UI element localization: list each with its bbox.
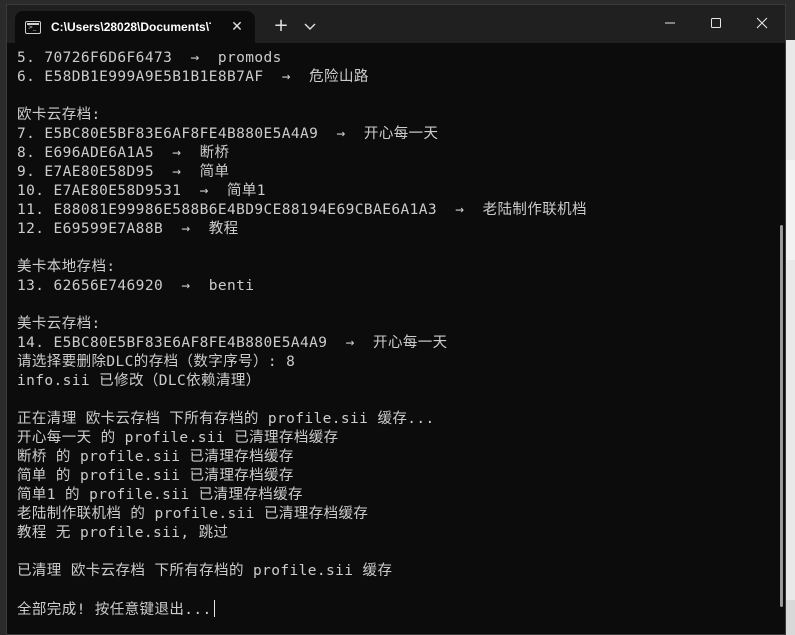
terminal-line: 美卡本地存档: bbox=[17, 258, 773, 277]
terminal-line-text: 教程 无 profile.sii, 跳过 bbox=[17, 525, 229, 541]
terminal-line: 9. E7AE80E58D95 → 简单 bbox=[17, 163, 773, 182]
close-icon[interactable]: ✕ bbox=[227, 17, 247, 37]
chevron-down-icon[interactable] bbox=[299, 14, 321, 38]
terminal-line-text: 已清理 欧卡云存档 下所有存档的 profile.sii 缓存 bbox=[17, 563, 393, 579]
desktop-background bbox=[786, 0, 795, 635]
scrollbar-thumb[interactable] bbox=[780, 225, 783, 607]
terminal-line: 10. E7AE80E58D9531 → 简单1 bbox=[17, 182, 773, 201]
terminal-line: 老陆制作联机档 的 profile.sii 已清理存档缓存 bbox=[17, 505, 773, 524]
terminal-line: 教程 无 profile.sii, 跳过 bbox=[17, 524, 773, 543]
text-cursor bbox=[213, 600, 215, 617]
terminal-line: info.sii 已修改（DLC依赖清理） bbox=[17, 372, 773, 391]
terminal-line-text: 10. E7AE80E58D9531 → 简单1 bbox=[17, 183, 266, 199]
terminal-line-text: 8. E696ADE6A1A5 → 断桥 bbox=[17, 145, 230, 161]
terminal-line-text: 老陆制作联机档 的 profile.sii 已清理存档缓存 bbox=[17, 506, 369, 522]
close-window-icon bbox=[756, 17, 768, 29]
terminal-line-text: 12. E69599E7A88B → 教程 bbox=[17, 221, 239, 237]
terminal-line-text: 简单1 的 profile.sii 已清理存档缓存 bbox=[17, 487, 303, 503]
terminal-line-text: 5. 70726F6D6F6473 → promods bbox=[17, 50, 282, 66]
terminal-line: 断桥 的 profile.sii 已清理存档缓存 bbox=[17, 448, 773, 467]
terminal-line: 8. E696ADE6A1A5 → 断桥 bbox=[17, 144, 773, 163]
terminal-line-text: info.sii 已修改（DLC依赖清理） bbox=[17, 373, 261, 389]
terminal-line: 美卡云存档: bbox=[17, 315, 773, 334]
close-window-button[interactable] bbox=[739, 5, 785, 41]
terminal-icon: >_ bbox=[25, 20, 41, 34]
terminal-line: 11. E88081E99986E588B6E4BD9CE88194E69CBA… bbox=[17, 201, 773, 220]
title-bar[interactable]: >_ C:\Users\28028\Documents\Te ✕ + bbox=[7, 5, 785, 43]
terminal-line: 开心每一天 的 profile.sii 已清理存档缓存 bbox=[17, 429, 773, 448]
terminal-line: 已清理 欧卡云存档 下所有存档的 profile.sii 缓存 bbox=[17, 562, 773, 581]
terminal-line: 全部完成! 按任意键退出... bbox=[17, 600, 773, 619]
terminal-line: 欧卡云存档: bbox=[17, 106, 773, 125]
terminal-line: 5. 70726F6D6F6473 → promods bbox=[17, 49, 773, 68]
terminal-line-text: 美卡云存档: bbox=[17, 316, 101, 332]
terminal-line: 12. E69599E7A88B → 教程 bbox=[17, 220, 773, 239]
terminal-line-text: 断桥 的 profile.sii 已清理存档缓存 bbox=[17, 449, 294, 465]
terminal-line-text: 6. E58DB1E999A9E5B1B1E8B7AF → 危险山路 bbox=[17, 69, 369, 85]
tab-title: C:\Users\28028\Documents\Te bbox=[51, 20, 211, 34]
plus-icon[interactable]: + bbox=[269, 14, 293, 38]
terminal-line: 简单 的 profile.sii 已清理存档缓存 bbox=[17, 467, 773, 486]
terminal-line: 6. E58DB1E999A9E5B1B1E8B7AF → 危险山路 bbox=[17, 68, 773, 87]
terminal-line: 正在清理 欧卡云存档 下所有存档的 profile.sii 缓存... bbox=[17, 410, 773, 429]
terminal-line-text: 11. E88081E99986E588B6E4BD9CE88194E69CBA… bbox=[17, 202, 587, 218]
minimize-icon bbox=[665, 22, 675, 24]
terminal-window: >_ C:\Users\28028\Documents\Te ✕ + 5. 70… bbox=[6, 4, 786, 635]
terminal-line: 请选择要删除DLC的存档（数字序号）: 8 bbox=[17, 353, 773, 372]
terminal-line: 14. E5BC80E5BF83E6AF8FE4B880E5A4A9 → 开心每… bbox=[17, 334, 773, 353]
terminal-line-text: 开心每一天 的 profile.sii 已清理存档缓存 bbox=[17, 430, 339, 446]
terminal-line-text: 正在清理 欧卡云存档 下所有存档的 profile.sii 缓存... bbox=[17, 411, 435, 427]
terminal-line: 7. E5BC80E5BF83E6AF8FE4B880E5A4A9 → 开心每一… bbox=[17, 125, 773, 144]
terminal-line-text: 全部完成! 按任意键退出... bbox=[17, 602, 212, 618]
terminal-line-text: 欧卡云存档: bbox=[17, 107, 101, 123]
minimize-button[interactable] bbox=[647, 5, 693, 41]
terminal-output[interactable]: 5. 70726F6D6F6473 → promods 6. E58DB1E999… bbox=[7, 43, 773, 634]
terminal-line-text: 14. E5BC80E5BF83E6AF8FE4B880E5A4A9 → 开心每… bbox=[17, 335, 448, 351]
terminal-line: 13. 62656E746920 → benti bbox=[17, 277, 773, 296]
terminal-line-text: 9. E7AE80E58D95 → 简单 bbox=[17, 164, 230, 180]
terminal-line-text: 美卡本地存档: bbox=[17, 259, 116, 275]
maximize-icon bbox=[711, 18, 721, 28]
terminal-line-text: 7. E5BC80E5BF83E6AF8FE4B880E5A4A9 → 开心每一… bbox=[17, 126, 439, 142]
terminal-line-text: 请选择要删除DLC的存档（数字序号）: 8 bbox=[17, 354, 296, 370]
terminal-line-text: 简单 的 profile.sii 已清理存档缓存 bbox=[17, 468, 294, 484]
terminal-line: 简单1 的 profile.sii 已清理存档缓存 bbox=[17, 486, 773, 505]
maximize-button[interactable] bbox=[693, 5, 739, 41]
terminal-line-text: 13. 62656E746920 → benti bbox=[17, 278, 255, 294]
terminal-tab[interactable]: >_ C:\Users\28028\Documents\Te ✕ bbox=[15, 11, 255, 43]
